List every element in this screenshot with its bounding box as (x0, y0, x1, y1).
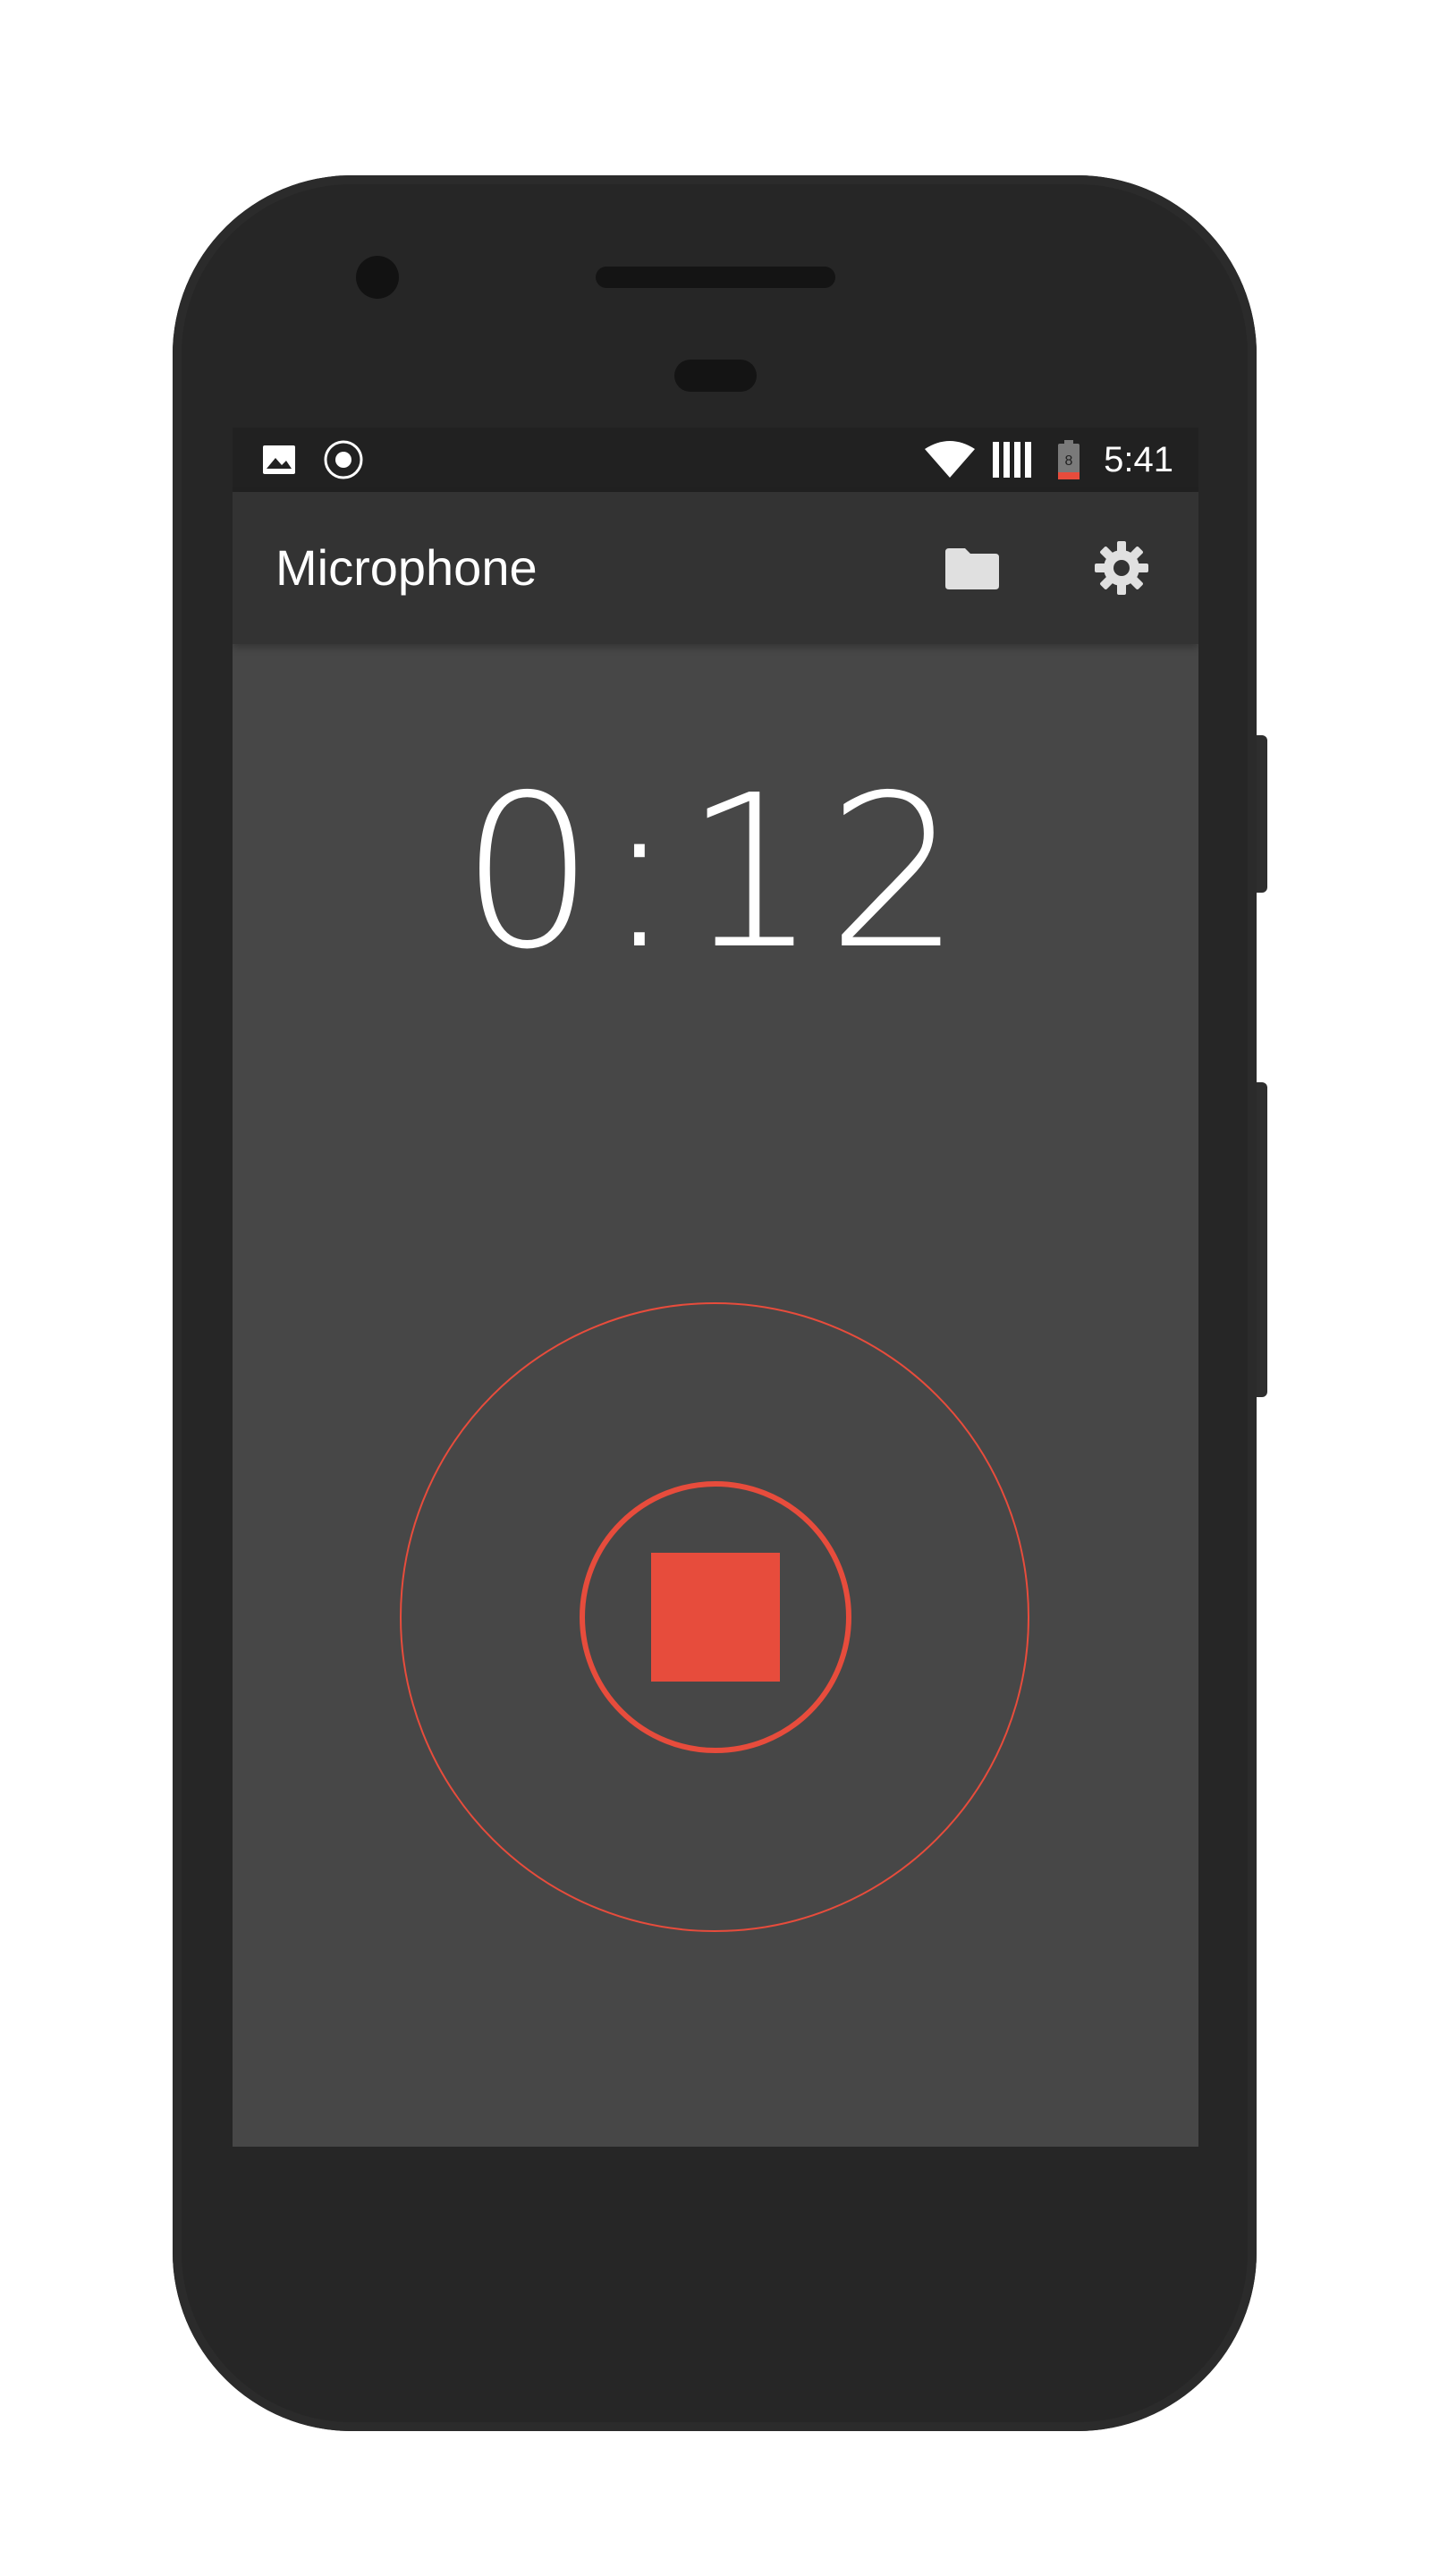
folder-icon (945, 548, 999, 589)
status-time: 5:41 (1104, 440, 1173, 479)
settings-button[interactable] (1077, 523, 1166, 613)
record-control-area (233, 1302, 1198, 1946)
wifi-icon (923, 428, 977, 492)
image-icon (261, 428, 297, 492)
volume-button (1257, 1082, 1267, 1397)
app-title: Microphone (275, 539, 538, 596)
record-indicator-icon (322, 428, 365, 492)
app-bar: Microphone (233, 492, 1198, 644)
proximity-sensor (674, 360, 757, 392)
earpiece-speaker (596, 267, 835, 288)
stop-recording-button[interactable] (580, 1481, 851, 1753)
elapsed-timer: 0:12 (461, 750, 970, 996)
front-camera (356, 256, 399, 299)
stop-icon (651, 1553, 780, 1682)
svg-text:8: 8 (1065, 453, 1073, 469)
power-button (1257, 735, 1267, 893)
signal-icon (991, 428, 1037, 492)
settings-gear-icon (1095, 541, 1148, 595)
battery-icon: 8 (1055, 428, 1082, 492)
folder-button[interactable] (927, 523, 1017, 613)
app-screen: 8 5:41 Microphone 0:12 (233, 428, 1198, 2147)
status-bar: 8 5:41 (233, 428, 1198, 492)
